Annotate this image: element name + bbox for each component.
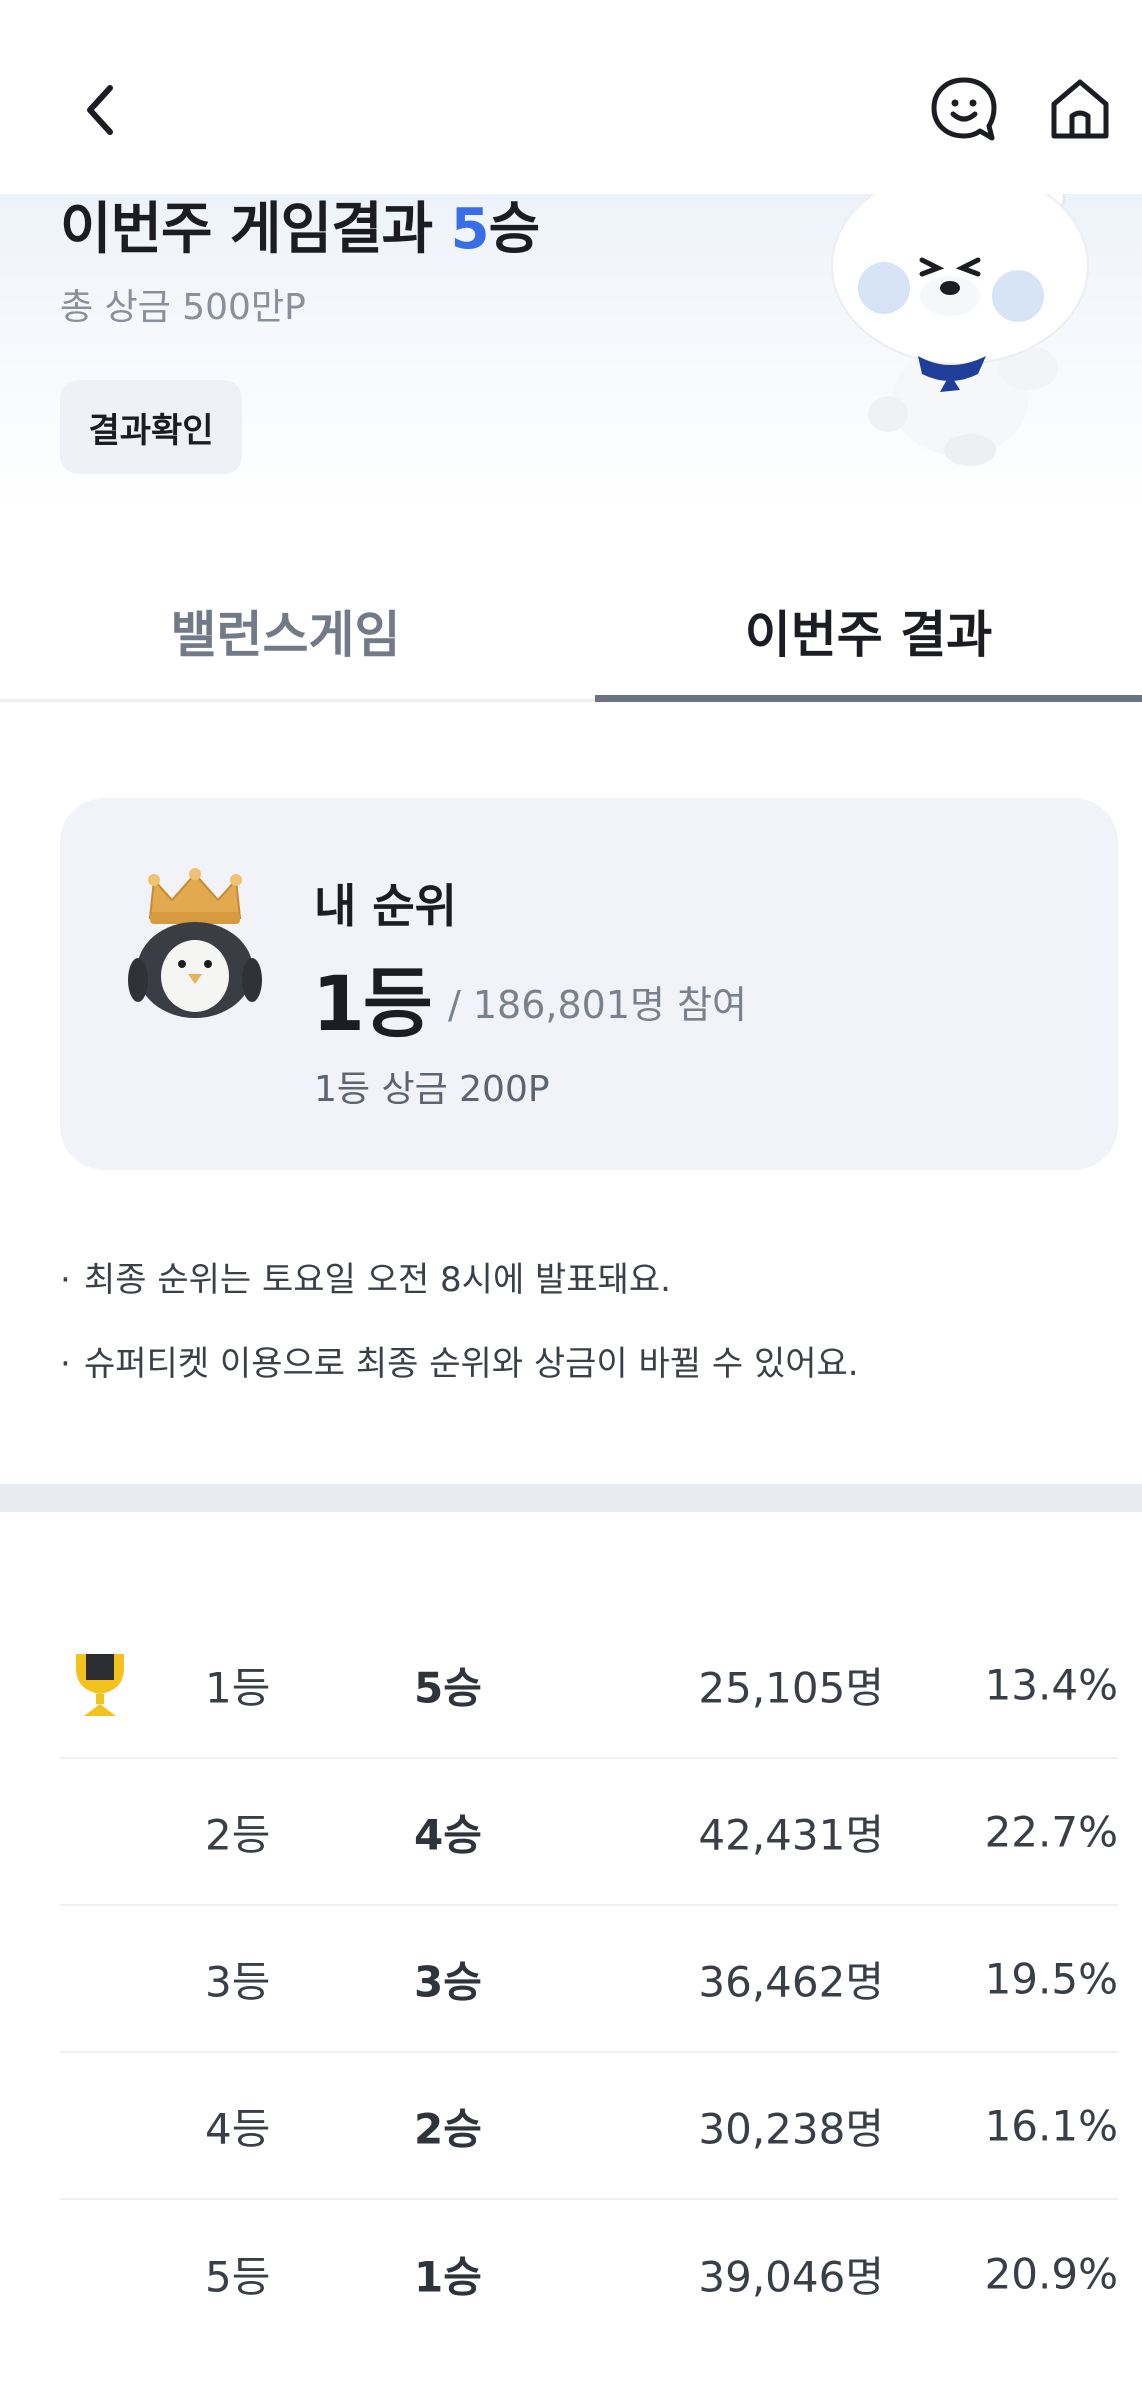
count-cell: 36,462명 [698,1957,884,2006]
section-divider [0,1484,1142,1512]
table-row: 4등 2승 30,238명 16.1% [60,2053,1118,2200]
count-cell: 39,046명 [698,2252,884,2301]
notice-item: · 슈퍼티켓 이용으로 최종 순위와 상금이 바뀔 수 있어요. [60,1344,859,1384]
count-cell: 30,238명 [698,2104,884,2153]
percent-cell: 22.7% [984,1807,1118,1856]
percent-cell: 13.4% [984,1660,1118,1709]
rank-distribution-table: 1등 5승 25,105명 13.4% 2등 4승 42,431명 22.7% … [60,1612,1118,2347]
tab-this-week-result[interactable]: 이번주 결과 [595,560,1142,702]
table-row: 3등 3승 36,462명 19.5% [60,1906,1118,2053]
rank-cell: 4등 [205,2104,271,2153]
home-button[interactable] [1040,70,1120,150]
result-check-button[interactable]: 결과확인 [60,380,242,474]
my-rank-value: 1등 [312,959,433,1048]
crowned-penguin-icon [128,868,262,1018]
table-row: 2등 4승 42,431명 22.7% [60,1759,1118,1906]
wins-cell: 2승 [414,2104,482,2153]
wins-cell: 1승 [414,2252,482,2301]
tab-active-indicator [595,695,1142,702]
trophy-icon [76,1653,124,1716]
total-prize: 총 상금 500만P [60,287,306,328]
wins-cell: 5승 [414,1663,482,1712]
top-bar [0,0,1142,194]
my-rank-label: 내 순위 [314,879,457,933]
notice-item: · 최종 순위는 토요일 오전 8시에 발표돼요. [60,1260,671,1300]
wins-cell: 3승 [414,1957,482,2006]
rank-cell: 3등 [205,1957,271,2006]
rank-cell: 2등 [205,1810,271,1859]
table-row: 1등 5승 25,105명 13.4% [60,1612,1118,1759]
bear-mascot-icon [831,178,1089,466]
percent-cell: 19.5% [984,1954,1118,2003]
my-rank-prize: 1등 상금 200P [314,1069,550,1110]
rank-cell: 1등 [205,1663,271,1712]
participants-count: / 186,801명 참여 [448,983,747,1027]
chevron-left-icon [87,85,113,135]
hero-title-wins: 5 [450,197,490,262]
chat-button[interactable] [924,70,1004,150]
rank-cell: 5등 [205,2252,271,2301]
percent-cell: 20.9% [984,2249,1118,2298]
count-cell: 25,105명 [698,1663,884,1712]
hero-title: 이번주 게임결과 5승 [60,197,540,262]
smile-chat-icon [931,77,997,141]
home-icon [1051,79,1109,139]
table-row: 5등 1승 39,046명 20.9% [60,2200,1118,2347]
percent-cell: 16.1% [984,2101,1118,2150]
count-cell: 42,431명 [698,1810,884,1859]
tab-bar: 밸런스게임 이번주 결과 [0,560,1142,702]
tab-balance-game[interactable]: 밸런스게임 [0,560,571,702]
my-rank-card: 내 순위 1등 / 186,801명 참여 1등 상금 200P [60,798,1118,1170]
back-button[interactable] [68,74,132,146]
wins-cell: 4승 [414,1810,482,1859]
